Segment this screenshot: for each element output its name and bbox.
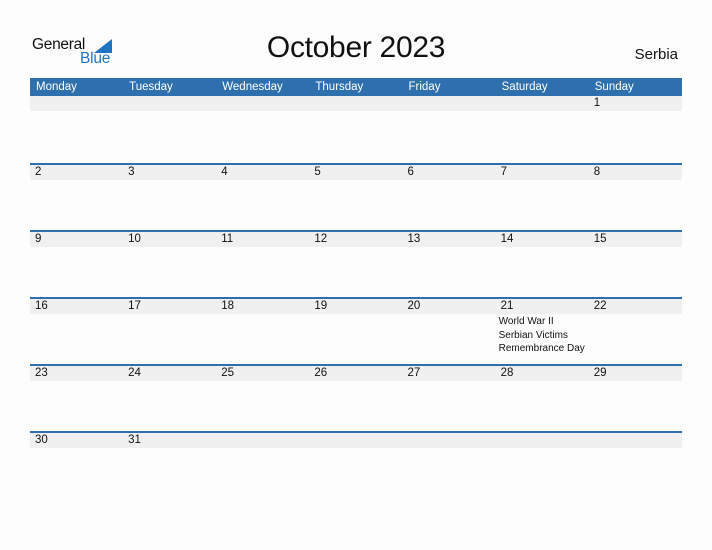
week-row: 1 (30, 96, 682, 163)
day-cell[interactable]: 22 (589, 299, 682, 364)
day-cell[interactable]: 15 (589, 232, 682, 297)
day-number: 17 (128, 300, 141, 312)
week-cells: 2 3 4 5 6 7 8 (30, 165, 682, 230)
day-cell[interactable]: 16 (30, 299, 123, 364)
weeks-container: 1 2 3 4 5 6 7 8 9 10 11 12 13 14 15 16 17 18 19 20 21 World W… (30, 96, 682, 498)
week-cells: 30 31 (30, 433, 682, 498)
day-number: 3 (128, 166, 135, 178)
week-row: 9 10 11 12 13 14 15 (30, 230, 682, 297)
day-cell[interactable]: 9 (30, 232, 123, 297)
weekday-friday: Friday (408, 81, 441, 93)
day-number: 21 (500, 300, 514, 312)
day-number: 11 (221, 233, 234, 245)
day-number: 18 (221, 300, 235, 312)
holiday-event: World War II Serbian Victims Remembrance… (498, 316, 585, 354)
week-cells: 16 17 18 19 20 21 World War II Serbian Victims… (30, 299, 682, 364)
day-cell[interactable]: 6 (403, 165, 496, 230)
empty-cell (309, 433, 402, 498)
day-cell[interactable]: 13 (403, 232, 496, 297)
weekday-wednesday: Wednesday (222, 81, 283, 93)
weekday-sunday: Sunday (594, 81, 634, 93)
day-cell[interactable]: 12 (309, 232, 402, 297)
day-cell[interactable]: 19 (309, 299, 402, 364)
empty-cell (309, 96, 402, 163)
empty-cell (403, 433, 496, 498)
week-cells: 9 10 11 12 13 14 15 (30, 232, 682, 297)
day-cell[interactable]: 21 World War II Serbian Victims Remembran… (496, 299, 589, 364)
day-number: 2 (35, 166, 42, 178)
day-number: 9 (35, 233, 42, 245)
day-number: 5 (314, 166, 321, 178)
day-cell[interactable]: 26 (309, 366, 402, 431)
day-cell[interactable]: 2 (30, 165, 123, 230)
day-number: 22 (593, 300, 607, 312)
day-cell[interactable]: 1 (589, 96, 682, 163)
week-row: 30 31 (30, 431, 682, 498)
day-number: 13 (407, 233, 421, 245)
empty-cell (496, 96, 589, 163)
empty-cell (216, 433, 309, 498)
day-number: 4 (221, 166, 228, 178)
day-cell[interactable]: 25 (216, 366, 309, 431)
day-cell[interactable]: 17 (123, 299, 216, 364)
day-number: 26 (314, 367, 328, 379)
day-cell[interactable]: 27 (403, 366, 496, 431)
day-number: 20 (407, 300, 421, 312)
day-cell[interactable]: 10 (123, 232, 216, 297)
weekday-header: Monday Tuesday Wednesday Thursday Friday Satu… (30, 78, 682, 96)
day-number: 24 (128, 367, 141, 379)
day-number: 25 (221, 367, 235, 379)
empty-cell (403, 96, 496, 163)
day-number: 31 (128, 434, 141, 446)
weekday-thursday: Thursday (315, 81, 364, 93)
day-cell[interactable]: 31 (123, 433, 216, 498)
day-number: 16 (35, 300, 48, 312)
week-cells: 23 24 25 26 27 28 29 (30, 366, 682, 431)
day-number: 15 (593, 233, 607, 245)
day-number: 12 (314, 233, 328, 245)
day-number: 27 (407, 367, 421, 379)
week-cells: 1 (30, 96, 682, 163)
empty-cell (589, 433, 682, 498)
week-row: 2 3 4 5 6 7 8 (30, 163, 682, 230)
empty-cell (496, 433, 589, 498)
day-cell[interactable]: 20 (403, 299, 496, 364)
calendar-grid: Monday Tuesday Wednesday Thursday Friday Satu… (30, 78, 682, 498)
day-number: 8 (593, 166, 601, 178)
day-cell[interactable]: 5 (309, 165, 402, 230)
day-cell[interactable]: 18 (216, 299, 309, 364)
empty-cell (216, 96, 309, 163)
day-cell[interactable]: 28 (496, 366, 589, 431)
day-number: 23 (35, 367, 48, 379)
day-number: 6 (407, 166, 414, 178)
day-number: 29 (593, 367, 607, 379)
day-cell[interactable]: 7 (496, 165, 589, 230)
week-row: 16 17 18 19 20 21 World War II Serbian Victims… (30, 297, 682, 364)
day-cell[interactable]: 3 (123, 165, 216, 230)
weekday-tuesday: Tuesday (129, 81, 173, 93)
day-number: 7 (500, 166, 508, 178)
country-label: Serbia (634, 46, 678, 63)
day-number: 28 (500, 367, 514, 379)
weekday-saturday: Saturday (501, 81, 548, 93)
day-cell[interactable]: 24 (123, 366, 216, 431)
day-cell[interactable]: 23 (30, 366, 123, 431)
day-number: 30 (35, 434, 48, 446)
weekday-monday: Monday (36, 81, 77, 93)
day-cell[interactable]: 4 (216, 165, 309, 230)
empty-cell (123, 96, 216, 163)
day-number: 10 (128, 233, 141, 245)
day-number: 1 (593, 97, 601, 109)
calendar-title: October 2023 (266, 31, 446, 64)
day-number: 19 (314, 300, 328, 312)
day-cell[interactable]: 29 (589, 366, 682, 431)
week-row: 23 24 25 26 27 28 29 (30, 364, 682, 431)
day-cell[interactable]: 14 (496, 232, 589, 297)
day-cell[interactable]: 8 (589, 165, 682, 230)
day-number: 14 (500, 233, 514, 245)
day-cell[interactable]: 11 (216, 232, 309, 297)
day-cell[interactable]: 30 (30, 433, 123, 498)
empty-cell (30, 96, 123, 163)
